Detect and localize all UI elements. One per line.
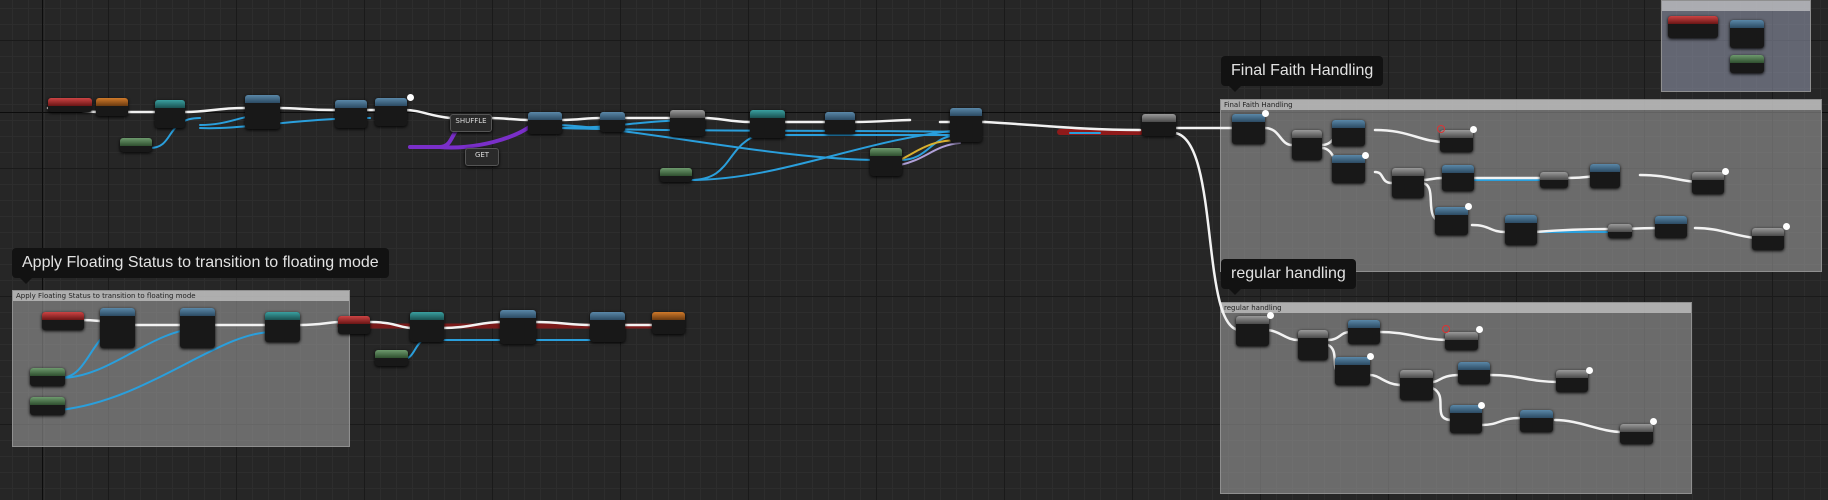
exec-pin-icon[interactable] <box>1470 126 1477 133</box>
branch-node[interactable] <box>1292 130 1322 160</box>
exec-pin-icon[interactable] <box>1478 402 1485 409</box>
function-call-node[interactable] <box>1458 362 1490 384</box>
function-call-node[interactable] <box>1332 155 1365 183</box>
exec-pin-icon[interactable] <box>1476 326 1483 333</box>
variable-get-node[interactable] <box>660 168 692 182</box>
exec-pin-icon[interactable] <box>1262 110 1269 117</box>
wire-layer <box>46 106 1757 434</box>
function-call-node[interactable] <box>600 112 625 132</box>
function-call-node[interactable] <box>1620 424 1653 444</box>
function-call-node[interactable] <box>1608 224 1632 238</box>
exec-pin-icon[interactable] <box>1465 203 1472 210</box>
function-call-node[interactable] <box>1442 165 1474 191</box>
function-call-node[interactable] <box>1335 357 1370 385</box>
cast-node[interactable] <box>265 312 300 342</box>
variable-get-node[interactable] <box>30 397 65 415</box>
macro-node[interactable] <box>652 312 685 334</box>
event-node[interactable] <box>338 316 370 334</box>
event-node[interactable] <box>42 312 84 330</box>
red-pin-icon[interactable] <box>1442 325 1450 333</box>
function-call-node[interactable] <box>590 312 625 342</box>
variable-get-node[interactable] <box>375 350 408 366</box>
variable-get-node[interactable] <box>1730 55 1764 73</box>
function-call-node[interactable] <box>1520 410 1553 432</box>
function-call-node[interactable] <box>245 95 280 129</box>
node-title: SHUFFLE <box>455 117 487 125</box>
exec-pin-icon[interactable] <box>407 94 414 101</box>
function-call-node[interactable] <box>1236 316 1269 346</box>
function-call-node[interactable] <box>1332 120 1365 146</box>
event-node[interactable] <box>48 98 92 112</box>
function-call-node[interactable] <box>1505 215 1537 245</box>
node-title: GET <box>474 151 490 159</box>
function-call-node[interactable] <box>1232 114 1265 144</box>
exec-pin-icon[interactable] <box>1650 418 1657 425</box>
exec-pin-icon[interactable] <box>1722 168 1729 175</box>
exec-pin-icon[interactable] <box>1267 312 1274 319</box>
exec-pin-icon[interactable] <box>1367 353 1374 360</box>
function-call-node[interactable] <box>950 108 982 142</box>
variable-get-node[interactable] <box>120 138 152 152</box>
function-call-node[interactable] <box>375 98 407 126</box>
function-call-node[interactable] <box>1445 332 1478 350</box>
function-call-node[interactable] <box>670 110 705 136</box>
macro-node[interactable] <box>96 98 128 116</box>
function-call-node[interactable] <box>500 310 536 344</box>
get-node[interactable]: GET <box>465 148 499 166</box>
branch-node[interactable] <box>1392 168 1424 198</box>
branch-node[interactable] <box>1400 370 1433 400</box>
function-call-node[interactable] <box>1730 20 1764 48</box>
function-call-node[interactable] <box>1655 216 1687 238</box>
function-call-node[interactable] <box>825 112 855 134</box>
function-call-node[interactable] <box>1556 370 1588 392</box>
function-call-node[interactable] <box>1348 320 1380 344</box>
function-call-node[interactable] <box>528 112 562 134</box>
function-call-node[interactable] <box>1440 130 1473 152</box>
function-call-node[interactable] <box>335 100 367 128</box>
shuffle-node[interactable]: SHUFFLE <box>450 114 492 132</box>
function-call-node[interactable] <box>1590 164 1620 188</box>
function-call-node[interactable] <box>1435 207 1468 235</box>
exec-pin-icon[interactable] <box>1586 367 1593 374</box>
exec-pin-icon[interactable] <box>1783 223 1790 230</box>
function-call-node[interactable] <box>1450 405 1482 433</box>
cast-node[interactable] <box>410 312 444 342</box>
function-call-node[interactable] <box>180 308 215 348</box>
blueprint-graph[interactable]: Final Faith Handling regular handling Ap… <box>0 0 1828 500</box>
red-pin-icon[interactable] <box>1437 125 1445 133</box>
branch-node[interactable] <box>1298 330 1328 360</box>
function-call-node[interactable] <box>1752 228 1784 250</box>
variable-get-node[interactable] <box>870 148 902 176</box>
function-call-node[interactable] <box>100 308 135 348</box>
cast-node[interactable] <box>750 110 785 138</box>
cast-node[interactable] <box>155 100 185 128</box>
exec-pin-icon[interactable] <box>1362 152 1369 159</box>
event-node[interactable] <box>1668 16 1718 38</box>
variable-get-node[interactable] <box>30 368 65 386</box>
function-call-node[interactable] <box>1540 172 1568 188</box>
branch-node[interactable] <box>1142 114 1176 136</box>
function-call-node[interactable] <box>1692 172 1724 194</box>
